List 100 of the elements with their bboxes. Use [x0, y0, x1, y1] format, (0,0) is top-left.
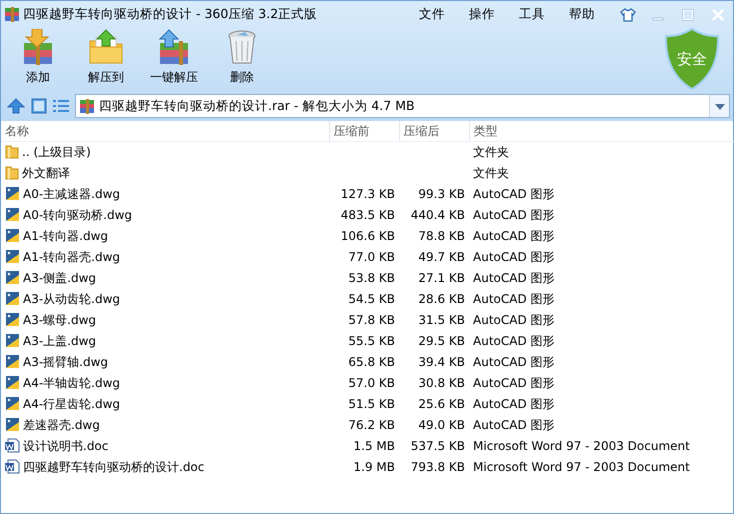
file-row[interactable]: A3-侧盖.dwg 53.8 KB 27.1 KB AutoCAD 图形 — [1, 267, 734, 288]
file-name: 差速器壳.dwg — [23, 416, 100, 434]
file-row[interactable]: A3-摇臂轴.dwg 65.8 KB 39.4 KB AutoCAD 图形 — [1, 351, 734, 372]
file-name: A0-主减速器.dwg — [23, 186, 120, 202]
toolbar-button[interactable]: 删除 — [208, 27, 276, 88]
up-arrow-icon[interactable] — [7, 98, 25, 114]
file-name: A3-螺母.dwg — [23, 312, 96, 328]
menu-item[interactable]: 文件 — [407, 4, 457, 24]
file-type: AutoCAD 图形 — [473, 418, 555, 432]
thumbnail-view-icon[interactable] — [31, 98, 47, 114]
file-type: 文件夹 — [473, 144, 509, 159]
size-before: 57.0 KB — [348, 376, 395, 390]
size-before: 76.2 KB — [348, 418, 395, 432]
file-row[interactable]: 差速器壳.dwg 76.2 KB 49.0 KB AutoCAD 图形 — [1, 414, 734, 435]
size-before: 127.3 KB — [340, 186, 395, 200]
word-document-icon — [5, 438, 20, 453]
file-type: AutoCAD 图形 — [473, 354, 555, 368]
file-type: AutoCAD 图形 — [473, 250, 555, 264]
file-name: 四驱越野车转向驱动桥的设计.doc — [23, 458, 204, 476]
size-after: 25.6 KB — [418, 396, 465, 410]
drawing-file-icon — [5, 249, 20, 264]
dropdown-button[interactable] — [709, 95, 729, 117]
menu-item[interactable]: 操作 — [457, 4, 507, 24]
close-icon — [712, 8, 724, 21]
file-row[interactable]: A0-转向驱动桥.dwg 483.5 KB 440.4 KB AutoCAD 图形 — [1, 204, 734, 225]
folder-extract-icon — [88, 29, 124, 65]
file-row[interactable]: A1-转向器壳.dwg 77.0 KB 49.7 KB AutoCAD 图形 — [1, 246, 734, 267]
size-after: 49.7 KB — [418, 250, 465, 264]
caret-icon — [714, 104, 724, 110]
size-after: 78.8 KB — [418, 228, 465, 242]
column-header[interactable]: 类型 — [469, 121, 734, 141]
size-after: 49.0 KB — [418, 418, 465, 432]
file-row[interactable]: A1-转向器.dwg 106.6 KB 78.8 KB AutoCAD 图形 — [1, 225, 734, 246]
size-after: 30.8 KB — [418, 376, 465, 390]
size-after: 39.4 KB — [418, 354, 465, 368]
file-row[interactable]: 设计说明书.doc 1.5 MB 537.5 KB Microsoft Word 97 - 2003 Document — [1, 435, 734, 456]
size-after: 28.6 KB — [418, 292, 465, 306]
file-name: A3-上盖.dwg — [23, 332, 96, 350]
menu-item[interactable]: 工具 — [507, 4, 557, 24]
folder-icon — [5, 165, 19, 180]
size-before: 1.5 MB — [354, 438, 395, 452]
size-before: 106.6 KB — [340, 228, 395, 242]
size-before: 53.8 KB — [348, 270, 395, 284]
file-row[interactable]: A3-从动齿轮.dwg 54.5 KB 28.6 KB AutoCAD 图形 — [1, 288, 734, 309]
toolbar-button[interactable]: 一键解压 — [140, 27, 208, 88]
file-row[interactable]: A3-上盖.dwg 55.5 KB 29.5 KB AutoCAD 图形 — [1, 330, 734, 351]
word-document-icon — [5, 459, 20, 474]
size-after: 31.5 KB — [418, 312, 465, 326]
file-name: A3-侧盖.dwg — [23, 270, 96, 286]
shirt-icon — [620, 8, 636, 22]
drawing-file-icon — [5, 417, 20, 432]
file-name: A0-转向驱动桥.dwg — [23, 206, 132, 224]
file-name: A3-从动齿轮.dwg — [23, 290, 120, 308]
file-type: AutoCAD 图形 — [473, 186, 555, 200]
size-before: 77.0 KB — [348, 250, 395, 264]
file-name: A1-转向器.dwg — [23, 228, 108, 244]
toolbar-button[interactable]: 解压到 — [72, 27, 140, 88]
file-type: AutoCAD 图形 — [473, 334, 555, 348]
size-after: 537.5 KB — [410, 438, 465, 452]
file-type: AutoCAD 图形 — [473, 270, 555, 284]
toolbar-button[interactable]: 添加 — [4, 27, 72, 88]
file-type: AutoCAD 图形 — [473, 396, 555, 410]
file-name: 设计说明书.doc — [23, 438, 108, 454]
address-bar[interactable]: 四驱越野车转向驱动桥的设计.rar - 解包大小为 4.7 MB — [75, 94, 730, 118]
file-type: AutoCAD 图形 — [473, 208, 555, 222]
file-row[interactable]: 外文翻译 文件夹 — [1, 162, 734, 183]
archive-icon — [4, 7, 20, 22]
file-row[interactable]: A0-主减速器.dwg 127.3 KB 99.3 KB AutoCAD 图形 — [1, 183, 734, 204]
folder-icon — [5, 144, 19, 160]
column-header[interactable]: 压缩前 — [329, 121, 399, 141]
drawing-file-icon — [5, 312, 20, 327]
column-header[interactable]: 名称 — [1, 121, 329, 141]
address-field[interactable]: 四驱越野车转向驱动桥的设计.rar - 解包大小为 4.7 MB — [95, 96, 709, 116]
file-name: A4-行星齿轮.dwg — [23, 396, 120, 412]
drawing-file-icon — [5, 333, 20, 348]
menu-item[interactable]: 帮助 — [557, 4, 607, 24]
file-row[interactable]: A4-半轴齿轮.dwg 57.0 KB 30.8 KB AutoCAD 图形 — [1, 372, 734, 393]
file-type: Microsoft Word 97 - 2003 Document — [473, 460, 690, 474]
drawing-file-icon — [5, 375, 20, 390]
size-after: 793.8 KB — [410, 460, 465, 474]
size-before: 54.5 KB — [348, 292, 395, 306]
file-type: AutoCAD 图形 — [473, 292, 555, 306]
list-view-icon[interactable] — [53, 99, 69, 113]
file-row[interactable]: A4-行星齿轮.dwg 51.5 KB 25.6 KB AutoCAD 图形 — [1, 393, 734, 414]
drawing-file-icon — [5, 270, 20, 285]
drawing-file-icon — [5, 207, 20, 222]
size-before: 1.9 MB — [354, 460, 395, 474]
file-name: 外文翻译 — [22, 164, 70, 182]
file-type: AutoCAD 图形 — [473, 312, 555, 326]
size-after: 99.3 KB — [418, 186, 465, 200]
window-title: 四驱越野车转向驱动桥的设计 - 360压缩 3.2正式版 — [23, 4, 318, 23]
file-type: Microsoft Word 97 - 2003 Document — [473, 438, 690, 452]
file-row[interactable]: .. (上级目录) 文件夹 — [1, 141, 734, 162]
file-name: .. (上级目录) — [22, 144, 91, 161]
file-row[interactable]: 四驱越野车转向驱动桥的设计.doc 1.9 MB 793.8 KB Microsoft Word 97 - 2003 Document — [1, 456, 734, 477]
size-before: 57.8 KB — [348, 312, 395, 326]
file-row[interactable]: A3-螺母.dwg 57.8 KB 31.5 KB AutoCAD 图形 — [1, 309, 734, 330]
column-header[interactable]: 压缩后 — [399, 121, 469, 141]
drawing-file-icon — [5, 228, 20, 243]
file-name: A4-半轴齿轮.dwg — [23, 374, 120, 392]
